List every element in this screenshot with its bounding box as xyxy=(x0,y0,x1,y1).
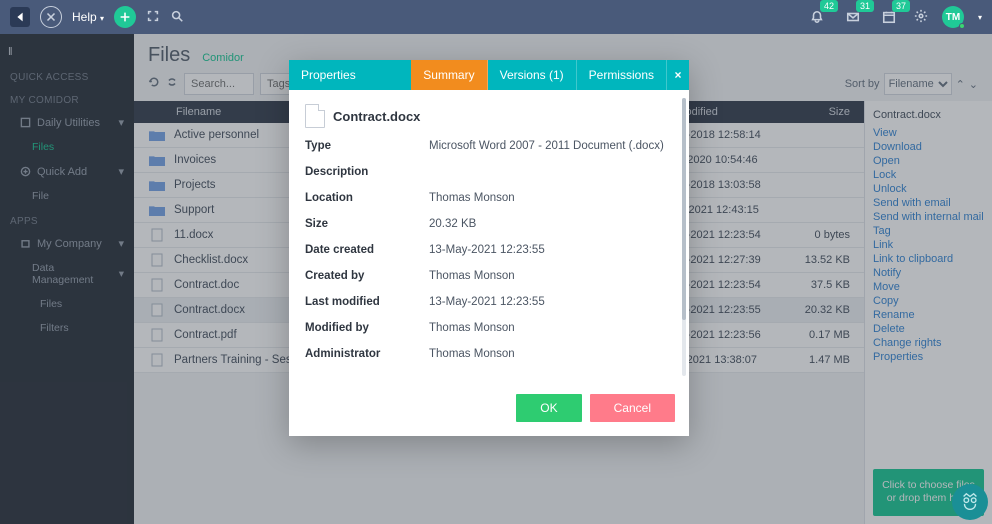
property-row: TypeMicrosoft Word 2007 - 2011 Document … xyxy=(305,140,673,152)
property-value: Thomas Monson xyxy=(429,322,673,334)
tab-summary[interactable]: Summary xyxy=(411,60,487,90)
property-row: LocationThomas Monson xyxy=(305,192,673,204)
property-row: Created byThomas Monson xyxy=(305,270,673,282)
property-value: Thomas Monson xyxy=(429,192,673,204)
ok-button[interactable]: OK xyxy=(516,394,581,422)
property-row: Last modified13-May-2021 12:23:55 xyxy=(305,296,673,308)
modal-scrollbar[interactable] xyxy=(682,98,686,376)
property-value: 13-May-2021 12:23:55 xyxy=(429,244,673,256)
properties-modal: Properties Summary Versions (1) Permissi… xyxy=(289,60,689,436)
property-row: Description xyxy=(305,166,673,178)
property-key: Administrator xyxy=(305,348,429,360)
property-value: 20.32 KB xyxy=(429,218,673,230)
document-icon xyxy=(305,104,325,128)
property-key: Date created xyxy=(305,244,429,256)
property-key: Type xyxy=(305,140,429,152)
property-key: Last modified xyxy=(305,296,429,308)
property-row: AdministratorThomas Monson xyxy=(305,348,673,360)
property-row: Modified byThomas Monson xyxy=(305,322,673,334)
property-key: Size xyxy=(305,218,429,230)
property-key: Description xyxy=(305,166,429,178)
assistant-owl-icon[interactable] xyxy=(952,484,988,520)
property-value: Thomas Monson xyxy=(429,270,673,282)
tab-permissions[interactable]: Permissions xyxy=(577,60,667,90)
property-key: Modified by xyxy=(305,322,429,334)
modal-tabs: Properties Summary Versions (1) Permissi… xyxy=(289,60,689,90)
cancel-button[interactable]: Cancel xyxy=(590,394,675,422)
property-key: Location xyxy=(305,192,429,204)
property-value: Thomas Monson xyxy=(429,348,673,360)
property-key: Created by xyxy=(305,270,429,282)
property-value xyxy=(429,166,673,178)
close-icon[interactable]: × xyxy=(667,60,689,90)
property-value: Microsoft Word 2007 - 2011 Document (.do… xyxy=(429,140,673,152)
modal-doc-name: Contract.docx xyxy=(333,109,420,124)
tab-versions[interactable]: Versions (1) xyxy=(488,60,577,90)
property-row: Size20.32 KB xyxy=(305,218,673,230)
property-value: 13-May-2021 12:23:55 xyxy=(429,296,673,308)
property-row: Date created13-May-2021 12:23:55 xyxy=(305,244,673,256)
modal-title: Properties xyxy=(289,60,411,90)
